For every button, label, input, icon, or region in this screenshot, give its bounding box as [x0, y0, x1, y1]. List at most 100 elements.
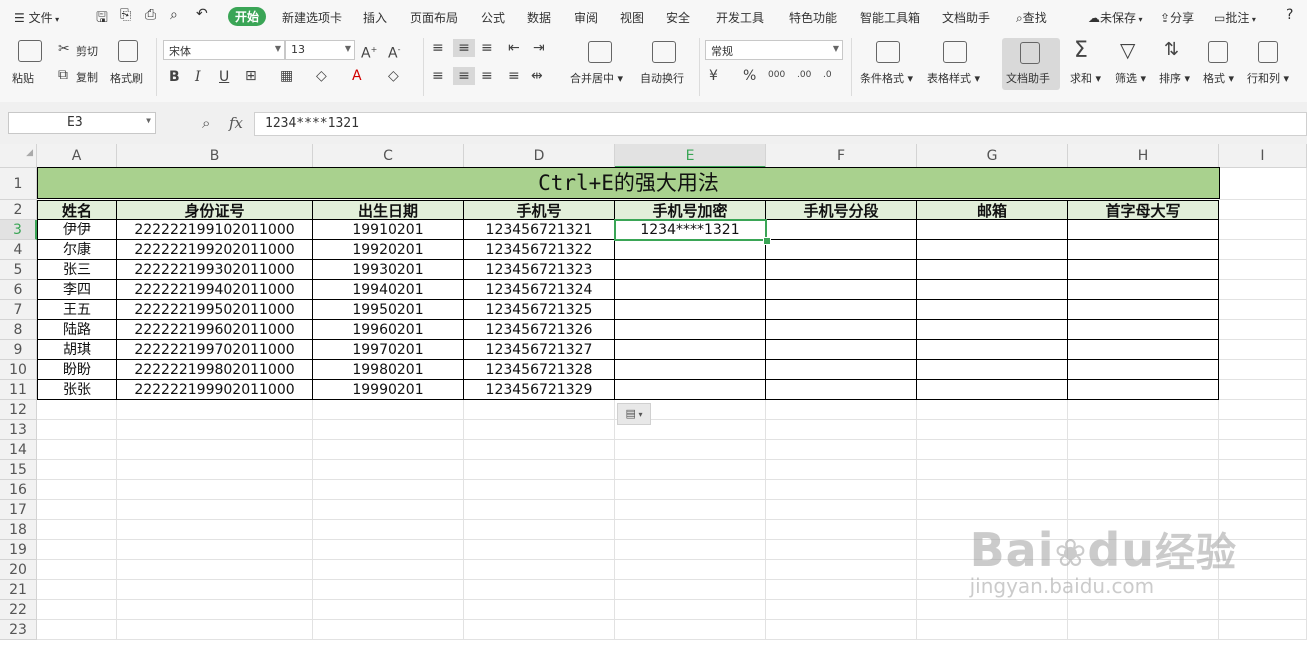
tab-review[interactable]: 审阅 [574, 9, 598, 26]
cell[interactable] [464, 560, 615, 580]
cell[interactable] [1219, 168, 1307, 200]
fill-color-icon[interactable]: ◇ [316, 69, 327, 83]
indent-decrease-icon[interactable]: ⇤ [508, 41, 520, 55]
row-header-11[interactable]: 11 [0, 380, 37, 400]
wrap-text-icon[interactable] [652, 41, 676, 63]
table-cell[interactable] [766, 220, 917, 240]
table-cell[interactable] [917, 320, 1068, 340]
justify-icon[interactable]: ≡ [508, 69, 520, 83]
cell[interactable] [766, 460, 917, 480]
cell[interactable] [117, 580, 313, 600]
name-box[interactable]: E3 ▼ [8, 112, 156, 134]
cell[interactable] [117, 520, 313, 540]
table-cell[interactable] [1068, 280, 1219, 300]
font-name-select[interactable]: 宋体 ▼ [163, 40, 285, 60]
font-decrease-icon[interactable]: A- [388, 43, 400, 61]
table-cell[interactable]: 123456721322 [464, 240, 615, 260]
cell[interactable] [117, 600, 313, 620]
table-cell[interactable]: 王五 [37, 300, 117, 320]
table-cell[interactable] [1068, 300, 1219, 320]
cell[interactable] [313, 440, 464, 460]
table-cell[interactable]: 123456721325 [464, 300, 615, 320]
cell[interactable] [464, 580, 615, 600]
table-cell[interactable]: 222222199302011000 [117, 260, 313, 280]
cond-format-icon[interactable] [876, 41, 900, 63]
table-cell[interactable] [917, 360, 1068, 380]
header-cell[interactable]: 身份证号 [117, 200, 313, 220]
border-icon[interactable]: ⊞ [245, 69, 257, 83]
align-center-icon[interactable]: ≡ [453, 67, 475, 85]
table-cell[interactable]: 19920201 [313, 240, 464, 260]
select-all-corner[interactable]: ◢ [0, 144, 37, 168]
cell[interactable] [117, 400, 313, 420]
cell[interactable] [313, 420, 464, 440]
table-cell[interactable] [766, 380, 917, 400]
table-cell[interactable] [766, 240, 917, 260]
cell[interactable] [1219, 480, 1307, 500]
table-cell[interactable]: 222222199102011000 [117, 220, 313, 240]
filter-button[interactable]: 筛选 ▾ [1115, 70, 1146, 86]
cell[interactable] [766, 480, 917, 500]
cell[interactable] [117, 540, 313, 560]
table-cell[interactable] [1068, 320, 1219, 340]
cell[interactable] [615, 620, 766, 640]
column-header-e[interactable]: E [615, 144, 766, 168]
cell[interactable] [615, 540, 766, 560]
table-cell[interactable] [917, 300, 1068, 320]
fill-handle[interactable] [763, 237, 771, 245]
cell[interactable] [313, 540, 464, 560]
cell[interactable] [766, 560, 917, 580]
cell[interactable] [464, 520, 615, 540]
cell[interactable] [1219, 440, 1307, 460]
table-cell[interactable] [615, 360, 766, 380]
table-cell[interactable]: 222222199602011000 [117, 320, 313, 340]
table-style-icon[interactable] [943, 41, 967, 63]
cell[interactable] [37, 500, 117, 520]
print-preview-icon[interactable]: ⌕ [170, 7, 178, 23]
decimal-decrease-icon[interactable]: .0 [823, 68, 832, 82]
cell[interactable] [464, 440, 615, 460]
cell[interactable] [1068, 440, 1219, 460]
cell[interactable] [766, 520, 917, 540]
merge-center-button[interactable]: 合并居中 ▾ [570, 70, 623, 86]
currency-icon[interactable]: ¥ [709, 69, 718, 83]
thousands-icon[interactable]: 000 [768, 68, 785, 82]
row-header-22[interactable]: 22 [0, 600, 37, 620]
row-header-17[interactable]: 17 [0, 500, 37, 520]
cell[interactable] [464, 460, 615, 480]
indent-increase-icon[interactable]: ⇥ [533, 41, 545, 55]
cell[interactable] [1068, 460, 1219, 480]
sum-icon[interactable]: Σ [1074, 40, 1088, 62]
cell[interactable] [615, 480, 766, 500]
header-cell[interactable]: 姓名 [37, 200, 117, 220]
bold-button[interactable]: B [169, 70, 180, 84]
cell[interactable] [1219, 460, 1307, 480]
cell[interactable] [1068, 620, 1219, 640]
table-cell[interactable]: 123456721321 [464, 220, 615, 240]
table-cell[interactable] [766, 320, 917, 340]
table-cell[interactable] [1068, 340, 1219, 360]
cell[interactable] [37, 540, 117, 560]
tab-page-layout[interactable]: 页面布局 [410, 9, 458, 26]
sum-button[interactable]: 求和 ▾ [1070, 70, 1101, 86]
cell[interactable] [766, 620, 917, 640]
row-header-12[interactable]: 12 [0, 400, 37, 420]
row-header-6[interactable]: 6 [0, 280, 37, 300]
row-header-15[interactable]: 15 [0, 460, 37, 480]
cell[interactable] [615, 520, 766, 540]
table-cell[interactable] [766, 280, 917, 300]
print-icon[interactable]: ⎙ [145, 7, 156, 23]
cell[interactable] [917, 500, 1068, 520]
table-cell[interactable] [917, 340, 1068, 360]
tab-start[interactable]: 开始 [228, 7, 267, 26]
table-cell[interactable] [615, 260, 766, 280]
column-header-c[interactable]: C [313, 144, 464, 168]
percent-button[interactable]: % [743, 69, 756, 83]
cell[interactable] [313, 400, 464, 420]
zoom-formula-icon[interactable]: ⌕ [202, 114, 210, 132]
cell[interactable] [313, 600, 464, 620]
cell[interactable] [1068, 420, 1219, 440]
cond-format-button[interactable]: 条件格式 ▾ [860, 70, 913, 86]
cut-button[interactable]: 剪切 [76, 43, 98, 59]
cell[interactable] [766, 500, 917, 520]
